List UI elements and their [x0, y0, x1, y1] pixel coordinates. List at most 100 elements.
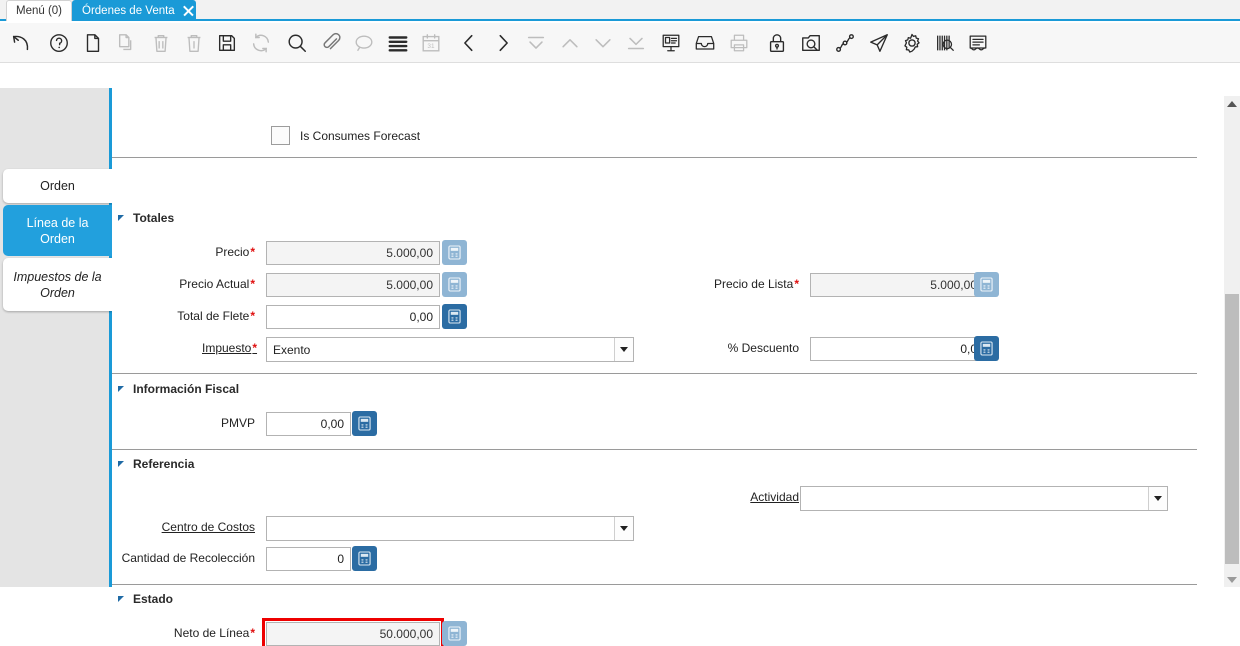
centro-de-costos-label[interactable]: Centro de Costos: [142, 519, 255, 536]
precio-de-lista-label: Precio de Lista*: [686, 276, 799, 293]
sidebar-item-orden-label: Orden: [40, 179, 75, 193]
collapse-triangle-icon[interactable]: [118, 386, 124, 392]
window-tab-menu-label: Menú (0): [15, 5, 63, 17]
vertical-scrollbar[interactable]: [1224, 96, 1240, 587]
window-tab-ordenes-de-venta[interactable]: Órdenes de Venta: [72, 0, 196, 21]
required-marker: *: [250, 626, 255, 640]
precio-actual-label: Precio Actual*: [147, 276, 255, 293]
impuesto-label[interactable]: Impuesto*: [202, 340, 257, 357]
attachment-icon[interactable]: [316, 28, 346, 58]
zoom-across-icon[interactable]: [796, 28, 826, 58]
send-icon[interactable]: [864, 28, 894, 58]
neto-de-linea-calculator-button[interactable]: [442, 621, 467, 646]
close-icon[interactable]: [182, 4, 195, 17]
impuesto-value: Exento: [273, 342, 311, 357]
up-icon: [555, 28, 585, 58]
precio-input[interactable]: 5.000,00: [266, 241, 440, 265]
pmvp-value: 0,00: [320, 417, 344, 431]
settings-icon[interactable]: [897, 28, 927, 58]
new-record-icon[interactable]: [78, 28, 108, 58]
precio-de-lista-calculator-button[interactable]: [974, 272, 999, 297]
grid-toggle-icon[interactable]: [383, 28, 413, 58]
porcentaje-descuento-calculator-button[interactable]: [974, 336, 999, 361]
next-record-icon[interactable]: [488, 28, 518, 58]
precio-actual-label-text: Precio Actual: [179, 277, 250, 291]
delete-icon: [146, 28, 176, 58]
is-consumes-forecast-checkbox[interactable]: [271, 126, 290, 145]
impuesto-select[interactable]: Exento: [266, 337, 634, 362]
scroll-down-arrow-icon[interactable]: [1224, 572, 1240, 587]
chevron-down-icon[interactable]: [1148, 487, 1167, 510]
document-icon[interactable]: [963, 28, 993, 58]
total-de-flete-input[interactable]: 0,00: [266, 305, 440, 329]
is-consumes-forecast-row[interactable]: Is Consumes Forecast: [271, 126, 420, 145]
sidebar-item-impuestos-de-la-orden-label: Impuestos de la Orden: [13, 269, 102, 300]
search-icon[interactable]: [282, 28, 312, 58]
report-icon[interactable]: [656, 28, 686, 58]
copy-icon: [112, 28, 142, 58]
sidebar-item-impuestos-de-la-orden[interactable]: Impuestos de la Orden: [3, 258, 112, 311]
section-header-referencia-label: Referencia: [133, 457, 195, 471]
neto-de-linea-label-text: Neto de Línea: [173, 626, 250, 640]
precio-de-lista-label-text: Precio de Lista: [713, 277, 794, 291]
pmvp-input[interactable]: 0,00: [266, 412, 351, 436]
actividad-label-text: Actividad: [750, 490, 799, 504]
cantidad-de-recoleccion-calculator-button[interactable]: [352, 546, 377, 571]
precio-de-lista-value: 5.000,00: [930, 278, 977, 292]
cantidad-de-recoleccion-label-text: Cantidad de Recolección: [121, 551, 255, 565]
total-de-flete-calculator-button[interactable]: [442, 304, 467, 329]
help-icon[interactable]: [44, 28, 74, 58]
collapse-triangle-icon[interactable]: [118, 215, 124, 221]
sidebar-item-orden[interactable]: Orden: [3, 169, 112, 203]
centro-de-costos-label-text: Centro de Costos: [161, 520, 255, 534]
neto-de-linea-input[interactable]: 50.000,00: [262, 618, 444, 646]
delete-all-icon: [179, 28, 209, 58]
total-de-flete-value: 0,00: [409, 310, 433, 324]
section-header-estado[interactable]: Estado: [118, 592, 173, 606]
chevron-down-icon[interactable]: [614, 517, 633, 540]
cantidad-de-recoleccion-value: 0: [337, 552, 344, 566]
section-header-informacion-fiscal[interactable]: Información Fiscal: [118, 382, 239, 396]
work-area: Orden Línea de la Orden Impuestos de la …: [0, 64, 1240, 646]
chat-icon: [349, 28, 379, 58]
is-consumes-forecast-label: Is Consumes Forecast: [300, 128, 421, 143]
total-de-flete-label-text: Total de Flete: [177, 309, 250, 323]
section-header-totales-label: Totales: [133, 211, 175, 225]
sidebar-item-linea-de-la-orden[interactable]: Línea de la Orden: [3, 205, 112, 256]
scroll-up-arrow-icon[interactable]: [1224, 96, 1240, 111]
form-panel: Is Consumes Forecast Totales Precio * 5.0…: [112, 88, 1220, 646]
divider: [112, 373, 1197, 374]
cantidad-de-recoleccion-input[interactable]: 0: [266, 547, 351, 571]
actividad-select[interactable]: [800, 486, 1168, 511]
pmvp-calculator-button[interactable]: [352, 411, 377, 436]
precio-actual-calculator-button[interactable]: [442, 272, 467, 297]
section-header-totales[interactable]: Totales: [118, 211, 174, 225]
window-tab-menu[interactable]: Menú (0): [6, 0, 72, 21]
precio-actual-input[interactable]: 5.000,00: [266, 273, 440, 297]
workflow-icon[interactable]: [830, 28, 860, 58]
neto-de-linea-value: 50.000,00: [379, 627, 433, 641]
down-icon: [588, 28, 618, 58]
actividad-label[interactable]: Actividad: [717, 489, 799, 506]
sidebar-item-linea-de-la-orden-label: Línea de la Orden: [26, 215, 89, 246]
window-tab-ordenes-de-venta-label: Órdenes de Venta: [82, 4, 175, 17]
prev-record-icon[interactable]: [454, 28, 484, 58]
collapse-triangle-icon[interactable]: [118, 461, 124, 467]
scrollbar-thumb[interactable]: [1225, 294, 1239, 564]
divider: [112, 584, 1197, 585]
save-icon[interactable]: [212, 28, 242, 58]
centro-de-costos-select[interactable]: [266, 516, 634, 541]
barcode-icon[interactable]: [930, 28, 960, 58]
section-header-informacion-fiscal-label: Información Fiscal: [133, 382, 240, 396]
precio-calculator-button[interactable]: [442, 240, 467, 265]
section-header-referencia[interactable]: Referencia: [118, 457, 194, 471]
lock-icon[interactable]: [762, 28, 792, 58]
precio-label-text: Precio: [215, 245, 250, 259]
undo-icon[interactable]: [6, 28, 36, 58]
precio-de-lista-input[interactable]: 5.000,00: [810, 273, 984, 297]
porcentaje-descuento-input[interactable]: 0,0: [810, 337, 984, 361]
svg-text:31: 31: [427, 43, 435, 50]
archive-icon[interactable]: [690, 28, 720, 58]
chevron-down-icon[interactable]: [614, 338, 633, 361]
collapse-triangle-icon[interactable]: [118, 596, 124, 602]
